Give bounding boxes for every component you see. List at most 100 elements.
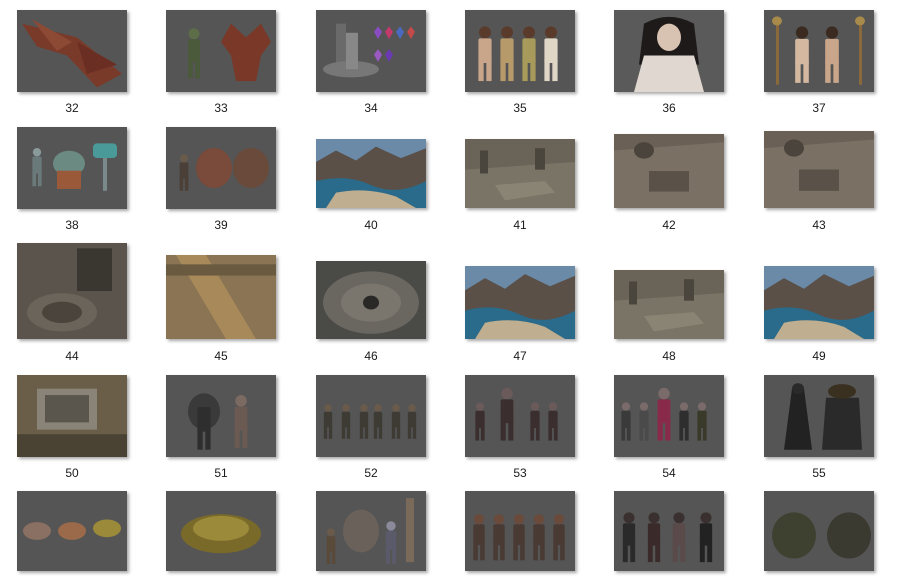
thumbnail-35[interactable] — [465, 10, 575, 92]
thumbnail-label[interactable]: 37 — [764, 101, 874, 115]
thumbnail-preview-graphic — [166, 375, 276, 457]
dark-figures-icon — [614, 491, 724, 571]
armored-warriors-icon — [166, 375, 276, 457]
thumbnail-48[interactable] — [614, 270, 724, 339]
thumbnail-label[interactable]: 32 — [17, 101, 127, 115]
giant-warriors-icon — [316, 491, 426, 571]
thumbnail-preview-graphic — [166, 491, 276, 571]
thumbnail-label[interactable]: 51 — [166, 466, 276, 480]
thumbnail-38[interactable] — [17, 127, 127, 209]
thumbnail-label[interactable]: 46 — [316, 349, 426, 363]
ruins-scene-icon — [614, 270, 724, 339]
thumbnail-label[interactable]: 34 — [316, 101, 426, 115]
thumbnail-46[interactable] — [316, 261, 426, 339]
thumbnail-52[interactable] — [316, 375, 426, 457]
thumbnail-53[interactable] — [465, 375, 575, 457]
thumbnail-preview-graphic — [166, 255, 276, 339]
circular-arena-icon — [316, 261, 426, 339]
thumbnail-label[interactable]: 33 — [166, 101, 276, 115]
landscape-scene-icon — [316, 139, 426, 208]
thumbnail-preview-graphic — [316, 375, 426, 457]
thumbnail-preview-graphic — [465, 375, 575, 457]
golem-models-icon — [764, 491, 874, 571]
thumbnail-43[interactable] — [764, 131, 874, 208]
thumbnail-label[interactable]: 49 — [764, 349, 874, 363]
thumbnail-39[interactable] — [166, 127, 276, 209]
thumbnail-preview-graphic — [166, 127, 276, 209]
thumbnail-preview-graphic — [614, 10, 724, 92]
cloaked-figures-icon — [764, 375, 874, 457]
thumbnail-preview-graphic — [17, 491, 127, 571]
thumbnail-label[interactable]: 53 — [465, 466, 575, 480]
thumbnail-item-29[interactable] — [614, 491, 724, 571]
stone-room-icon — [764, 131, 874, 208]
ruins-scene-icon — [465, 139, 575, 208]
thumbnail-preview-graphic — [316, 261, 426, 339]
thumbnail-label[interactable]: 48 — [614, 349, 724, 363]
character-lineup-icon — [465, 491, 575, 571]
thumbnail-label[interactable]: 52 — [316, 466, 426, 480]
thumbnail-preview-graphic — [465, 266, 575, 339]
thumbnail-40[interactable] — [316, 139, 426, 208]
landscape-scene-icon — [764, 266, 874, 339]
character-lineup-icon — [614, 375, 724, 457]
thumbnail-preview-graphic — [764, 10, 874, 92]
thumbnail-54[interactable] — [614, 375, 724, 457]
thumbnail-55[interactable] — [764, 375, 874, 457]
demon-models-icon — [166, 10, 276, 92]
thumbnail-41[interactable] — [465, 139, 575, 208]
character-portrait-icon — [614, 10, 724, 92]
thumbnail-33[interactable] — [166, 10, 276, 92]
thumbnail-label[interactable]: 39 — [166, 218, 276, 232]
thumbnail-44[interactable] — [17, 243, 127, 339]
thumbnail-preview-graphic — [614, 491, 724, 571]
thumbnail-label[interactable]: 47 — [465, 349, 575, 363]
thumbnail-preview-graphic — [316, 139, 426, 208]
thumbnail-50[interactable] — [17, 375, 127, 457]
thumbnail-preview-graphic — [764, 375, 874, 457]
thumbnail-label[interactable]: 42 — [614, 218, 724, 232]
thumbnail-preview-graphic — [17, 10, 127, 92]
thumbnail-label[interactable]: 40 — [316, 218, 426, 232]
thumbnail-preview-graphic — [614, 134, 724, 208]
thumbnail-42[interactable] — [614, 134, 724, 208]
thumbnail-51[interactable] — [166, 375, 276, 457]
thumbnail-item-30[interactable] — [764, 491, 874, 571]
ogre-models-icon — [166, 127, 276, 209]
character-lineup-icon — [465, 375, 575, 457]
thumbnail-preview-graphic — [465, 10, 575, 92]
thumbnail-36[interactable] — [614, 10, 724, 92]
thumbnail-47[interactable] — [465, 266, 575, 339]
thumbnail-label[interactable]: 44 — [17, 349, 127, 363]
thumbnail-preview-graphic — [316, 491, 426, 571]
thumbnail-label[interactable]: 38 — [17, 218, 127, 232]
thumbnail-49[interactable] — [764, 266, 874, 339]
thumbnail-label[interactable]: 35 — [465, 101, 575, 115]
thumbnail-preview-graphic — [764, 131, 874, 208]
thumbnail-label[interactable]: 36 — [614, 101, 724, 115]
thumbnail-label[interactable]: 45 — [166, 349, 276, 363]
thumbnail-item-27[interactable] — [316, 491, 426, 571]
thumbnail-item-25[interactable] — [17, 491, 127, 571]
thumbnail-34[interactable] — [316, 10, 426, 92]
thumbnail-preview-graphic — [17, 243, 127, 339]
thumbnail-preview-graphic — [465, 139, 575, 208]
stone-room-icon — [614, 134, 724, 208]
thumbnail-37[interactable] — [764, 10, 874, 92]
figures-with-staffs-icon — [764, 10, 874, 92]
altar-and-gems-icon — [316, 10, 426, 92]
thumbnail-45[interactable] — [166, 255, 276, 339]
character-lineup-icon — [316, 375, 426, 457]
landscape-scene-icon — [465, 266, 575, 339]
thumbnail-label[interactable]: 55 — [764, 466, 874, 480]
dungeon-scene-icon — [17, 243, 127, 339]
courtyard-scene-icon — [17, 375, 127, 457]
thumbnail-preview-graphic — [166, 10, 276, 92]
thumbnail-item-28[interactable] — [465, 491, 575, 571]
thumbnail-label[interactable]: 54 — [614, 466, 724, 480]
thumbnail-label[interactable]: 43 — [764, 218, 874, 232]
thumbnail-item-26[interactable] — [166, 491, 276, 571]
thumbnail-label[interactable]: 41 — [465, 218, 575, 232]
thumbnail-32[interactable] — [17, 10, 127, 92]
thumbnail-label[interactable]: 50 — [17, 466, 127, 480]
